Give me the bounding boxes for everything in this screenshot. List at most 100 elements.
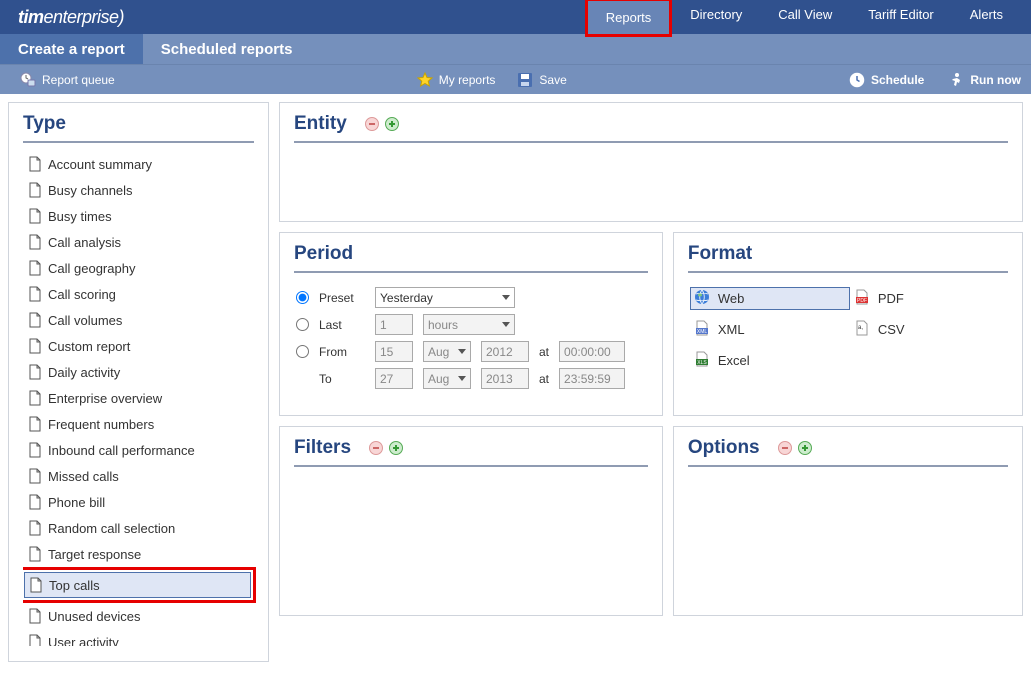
- entity-remove-button[interactable]: [365, 117, 379, 131]
- options-title: Options: [688, 437, 760, 459]
- type-item-call-geography[interactable]: Call geography: [23, 255, 262, 281]
- to-day-input[interactable]: [375, 368, 413, 389]
- format-xml[interactable]: XMLXML: [690, 318, 850, 341]
- csv-icon: a,: [854, 320, 870, 339]
- type-item-frequent-numbers[interactable]: Frequent numbers: [23, 411, 262, 437]
- type-item-busy-channels[interactable]: Busy channels: [23, 177, 262, 203]
- options-remove-button[interactable]: [778, 441, 792, 455]
- format-label: PDF: [878, 291, 904, 306]
- document-icon: [28, 442, 42, 458]
- type-item-label: Call geography: [48, 261, 135, 276]
- type-item-call-scoring[interactable]: Call scoring: [23, 281, 262, 307]
- entity-add-button[interactable]: [385, 117, 399, 131]
- chevron-down-icon: [458, 349, 466, 354]
- format-csv[interactable]: a, CSV: [850, 318, 990, 341]
- save-icon: [517, 72, 533, 88]
- topnav-item-reports[interactable]: Reports: [588, 1, 670, 34]
- from-time-input[interactable]: [559, 341, 625, 362]
- to-time-input[interactable]: [559, 368, 625, 389]
- type-item-label: Target response: [48, 547, 141, 562]
- options-add-button[interactable]: [798, 441, 812, 455]
- last-unit-value: hours: [428, 318, 458, 332]
- type-item-call-volumes[interactable]: Call volumes: [23, 307, 262, 333]
- subtab-scheduled-reports[interactable]: Scheduled reports: [143, 34, 311, 64]
- topnav-item-alerts[interactable]: Alerts: [952, 0, 1021, 37]
- my-reports-button[interactable]: My reports: [417, 72, 496, 88]
- queue-icon: [20, 72, 36, 88]
- schedule-label: Schedule: [871, 73, 924, 87]
- format-excel[interactable]: XLS Excel: [690, 349, 850, 372]
- document-icon: [28, 416, 42, 432]
- type-item-user-activity[interactable]: User activity: [23, 629, 262, 646]
- type-item-daily-activity[interactable]: Daily activity: [23, 359, 262, 385]
- type-item-label: Top calls: [49, 578, 100, 593]
- type-item-label: Account summary: [48, 157, 152, 172]
- save-button[interactable]: Save: [517, 72, 566, 88]
- entity-panel: Entity: [279, 102, 1023, 222]
- topnav-item-call-view[interactable]: Call View: [760, 0, 850, 37]
- filters-add-button[interactable]: [389, 441, 403, 455]
- to-month-dropdown[interactable]: Aug: [423, 368, 471, 389]
- format-label: Excel: [718, 353, 750, 368]
- from-year-input[interactable]: [481, 341, 529, 362]
- document-icon: [28, 312, 42, 328]
- document-icon: [28, 286, 42, 302]
- last-value-input[interactable]: [375, 314, 413, 335]
- document-icon: [28, 390, 42, 406]
- report-queue-button[interactable]: Report queue: [20, 72, 115, 88]
- at-label: at: [539, 345, 549, 359]
- subtab-create-a-report[interactable]: Create a report: [0, 34, 143, 64]
- last-unit-dropdown[interactable]: hours: [423, 314, 515, 335]
- type-item-top-calls[interactable]: Top calls: [24, 572, 251, 598]
- globe-icon: [694, 289, 710, 308]
- type-item-missed-calls[interactable]: Missed calls: [23, 463, 262, 489]
- type-item-label: Busy times: [48, 209, 112, 224]
- svg-text:a,: a,: [858, 325, 863, 331]
- type-item-target-response[interactable]: Target response: [23, 541, 262, 567]
- chevron-down-icon: [502, 295, 510, 300]
- run-now-button[interactable]: Run now: [948, 72, 1021, 88]
- pdf-icon: PDF: [854, 289, 870, 308]
- format-label: CSV: [878, 322, 905, 337]
- from-month-dropdown[interactable]: Aug: [423, 341, 471, 362]
- format-title: Format: [688, 243, 752, 265]
- period-preset-radio[interactable]: [296, 291, 309, 304]
- toolbar: Report queue My reports Save Schedule Ru…: [0, 64, 1031, 94]
- period-title: Period: [294, 243, 353, 265]
- topnav-item-directory[interactable]: Directory: [672, 0, 760, 37]
- type-item-busy-times[interactable]: Busy times: [23, 203, 262, 229]
- type-item-unused-devices[interactable]: Unused devices: [23, 603, 262, 629]
- period-from-radio[interactable]: [296, 345, 309, 358]
- format-label: Web: [718, 291, 745, 306]
- run-now-label: Run now: [970, 73, 1021, 87]
- format-pdf[interactable]: PDF PDF: [850, 287, 990, 310]
- preset-dropdown[interactable]: Yesterday: [375, 287, 515, 308]
- type-item-random-call-selection[interactable]: Random call selection: [23, 515, 262, 541]
- type-item-account-summary[interactable]: Account summary: [23, 151, 262, 177]
- format-panel: Format WebPDFPDFXMLXMLa,CSVXLSExcel: [673, 232, 1023, 416]
- type-title: Type: [23, 113, 254, 143]
- xml-icon: XML: [694, 320, 710, 339]
- format-web[interactable]: Web: [690, 287, 850, 310]
- to-year-input[interactable]: [481, 368, 529, 389]
- topnav-item-tariff-editor[interactable]: Tariff Editor: [850, 0, 952, 37]
- period-last-radio[interactable]: [296, 318, 309, 331]
- type-item-inbound-call-performance[interactable]: Inbound call performance: [23, 437, 262, 463]
- document-icon: [28, 338, 42, 354]
- type-item-custom-report[interactable]: Custom report: [23, 333, 262, 359]
- schedule-button[interactable]: Schedule: [849, 72, 924, 88]
- document-icon: [28, 468, 42, 484]
- type-item-label: Call analysis: [48, 235, 121, 250]
- type-item-enterprise-overview[interactable]: Enterprise overview: [23, 385, 262, 411]
- from-day-input[interactable]: [375, 341, 413, 362]
- document-icon: [28, 634, 42, 646]
- type-item-phone-bill[interactable]: Phone bill: [23, 489, 262, 515]
- type-item-call-analysis[interactable]: Call analysis: [23, 229, 262, 255]
- type-item-label: Call scoring: [48, 287, 116, 302]
- type-list[interactable]: Account summary Busy channels Busy times Ca…: [23, 151, 264, 646]
- report-queue-label: Report queue: [42, 73, 115, 87]
- document-icon: [28, 364, 42, 380]
- preset-value: Yesterday: [380, 291, 433, 305]
- svg-text:XLS: XLS: [697, 360, 707, 366]
- filters-remove-button[interactable]: [369, 441, 383, 455]
